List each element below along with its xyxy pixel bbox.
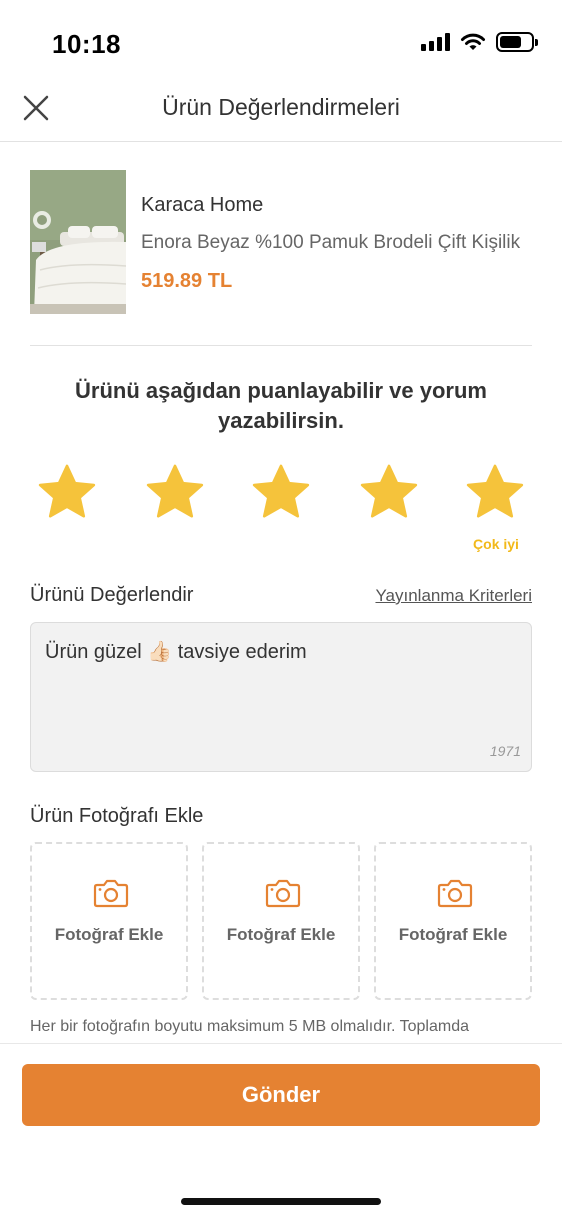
add-photo-button-3[interactable]: Fotoğraf Ekle <box>374 842 532 1000</box>
publishing-criteria-link[interactable]: Yayınlanma Kriterleri <box>375 586 532 606</box>
bottom-bar: Gönder <box>0 1043 562 1218</box>
battery-icon <box>496 32 538 52</box>
product-name: Enora Beyaz %100 Pamuk Brodeli Çift Kişi… <box>141 232 521 253</box>
photos-section-title: Ürün Fotoğrafı Ekle <box>30 805 204 827</box>
star-1[interactable] <box>36 462 98 524</box>
nav-bar: Ürün Değerlendirmeleri <box>0 80 562 142</box>
star-4[interactable] <box>358 462 420 524</box>
add-photo-button-2[interactable]: Fotoğraf Ekle <box>202 842 360 1000</box>
star-5[interactable] <box>464 462 526 524</box>
star-icon <box>252 464 310 518</box>
product-image <box>30 170 126 314</box>
rating-prompt: Ürünü aşağıdan puanlayabilir ve yorum ya… <box>75 378 487 433</box>
camera-icon <box>437 879 473 908</box>
star-2[interactable] <box>144 462 206 524</box>
rating-label: Çok iyi <box>473 536 519 552</box>
page-title: Ürün Değerlendirmeleri <box>162 94 400 120</box>
star-icon <box>466 464 524 518</box>
wifi-icon <box>461 33 485 50</box>
review-section-title: Ürünü Değerlendir <box>30 584 194 606</box>
product-price: 519.89 TL <box>141 270 233 292</box>
star-icon <box>360 464 418 518</box>
review-text: Ürün güzel 👍🏻 tavsiye ederim <box>45 641 307 663</box>
star-3[interactable] <box>250 462 312 524</box>
status-time: 10:18 <box>52 29 121 59</box>
camera-icon <box>93 879 129 908</box>
add-photo-label: Fotoğraf Ekle <box>226 925 336 944</box>
status-icons <box>421 32 538 52</box>
review-textarea[interactable]: Ürün güzel 👍🏻 tavsiye ederim 1971 <box>30 622 532 772</box>
photo-size-note: Her bir fotoğrafın boyutu maksimum 5 MB … <box>30 1018 469 1035</box>
star-icon <box>146 464 204 518</box>
status-bar: 10:18 <box>0 0 562 80</box>
add-photo-label: Fotoğraf Ekle <box>398 925 508 944</box>
camera-icon <box>265 879 301 908</box>
add-photo-label: Fotoğraf Ekle <box>54 925 164 944</box>
divider <box>30 345 532 346</box>
home-indicator <box>181 1198 381 1205</box>
cellular-signal-icon <box>421 33 450 51</box>
star-icon <box>38 464 96 518</box>
character-count: 1971 <box>489 743 521 759</box>
star-rating <box>30 462 532 526</box>
product-card: Karaca Home Enora Beyaz %100 Pamuk Brode… <box>30 170 532 316</box>
add-photo-button-1[interactable]: Fotoğraf Ekle <box>30 842 188 1000</box>
product-brand: Karaca Home <box>141 194 264 216</box>
send-button[interactable]: Gönder <box>22 1064 540 1126</box>
